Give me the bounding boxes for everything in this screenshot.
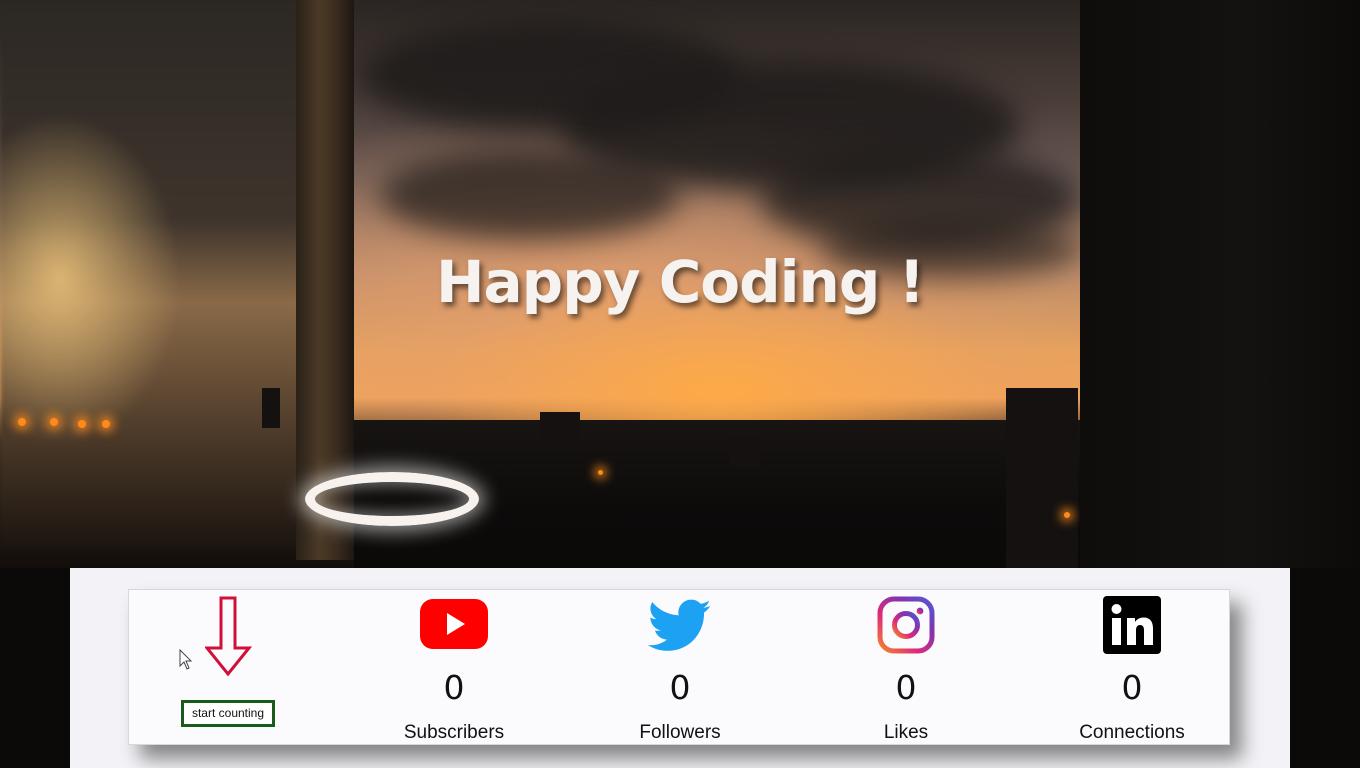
instagram-icon[interactable] — [874, 594, 938, 656]
followers-count: 0 — [669, 668, 691, 707]
followers-label: Followers — [639, 722, 721, 743]
hero-background: Happy Coding ! — [0, 0, 1360, 568]
stat-youtube: 0 Subscribers — [354, 592, 554, 744]
building — [262, 388, 280, 428]
city-light — [1064, 512, 1070, 518]
stat-instagram: 0 Likes — [806, 592, 1006, 744]
likes-label: Likes — [883, 722, 929, 743]
twitter-icon[interactable] — [648, 594, 712, 656]
start-counting-button[interactable]: start counting — [181, 700, 275, 727]
city-light — [18, 418, 26, 426]
connections-count: 0 — [1121, 668, 1143, 707]
building — [540, 412, 580, 452]
linkedin-icon[interactable] — [1100, 594, 1164, 656]
stat-twitter: 0 Followers — [580, 592, 780, 744]
subscribers-count: 0 — [443, 668, 465, 707]
youtube-icon[interactable] — [420, 594, 488, 656]
city-light — [102, 420, 110, 428]
stat-linkedin: 0 Connections — [1032, 592, 1232, 744]
ring-light — [305, 472, 479, 526]
down-arrow-icon — [205, 596, 253, 676]
city-light — [78, 420, 86, 428]
page-title: Happy Coding ! — [436, 248, 925, 316]
subscribers-label: Subscribers — [403, 722, 505, 743]
city-light — [50, 418, 58, 426]
city-light — [598, 470, 603, 475]
cloud — [380, 150, 680, 240]
building — [1006, 388, 1078, 568]
likes-count: 0 — [895, 668, 917, 707]
mouse-cursor-icon — [179, 649, 193, 670]
connections-label: Connections — [1079, 722, 1185, 743]
building — [730, 438, 760, 468]
